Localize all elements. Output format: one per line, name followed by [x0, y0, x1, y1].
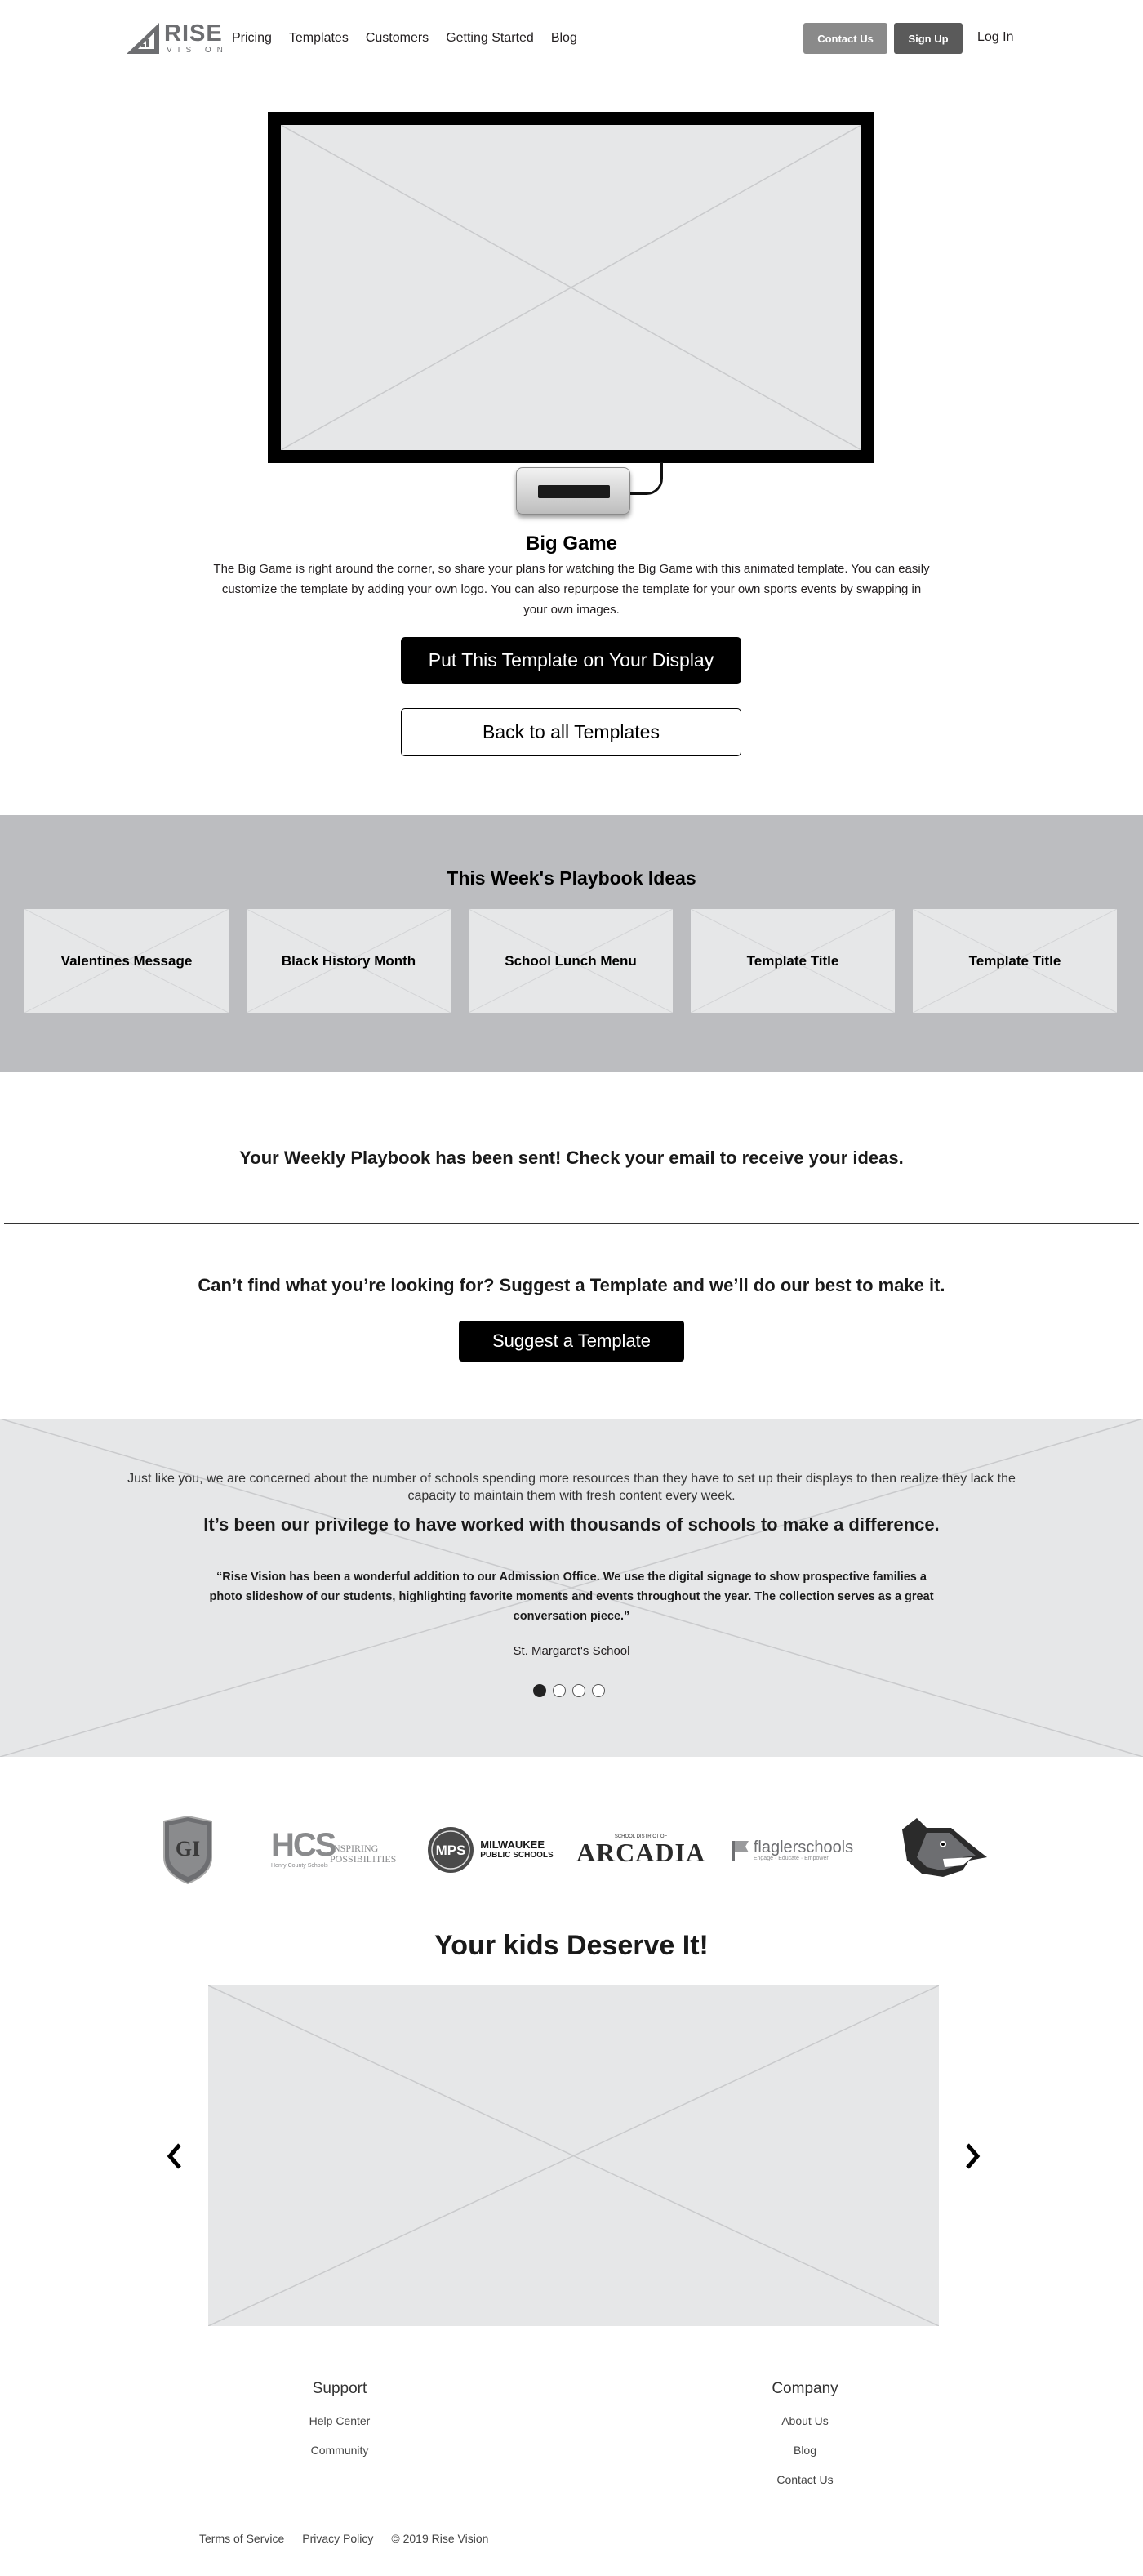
testimonial-intro: Just like you, we are concerned about th… [127, 1472, 1016, 1503]
nav-templates[interactable]: Templates [289, 31, 349, 46]
footer-support-heading: Support [312, 2380, 367, 2397]
playbook-title: This Week's Playbook Ideas [447, 867, 696, 889]
placeholder-cross-icon [207, 1985, 940, 2327]
carousel-dot[interactable] [572, 1684, 585, 1697]
flagler-logo: flaglerschools Engage · Educate · Empowe… [727, 1809, 857, 1891]
template-description: The Big Game is right around the corner,… [213, 562, 930, 617]
display-preview [268, 112, 874, 463]
site-header: RISE VISION Pricing Templates Customers … [0, 0, 1143, 78]
mps-name-line-1: MILWAUKEE [480, 1838, 545, 1851]
coyote-mascot-logo [890, 1809, 996, 1891]
flagler-logo-text: flaglerschools [753, 1838, 854, 1856]
logo-mark-icon [127, 23, 159, 54]
playbook-card[interactable]: Valentines Message [24, 909, 229, 1013]
gi-logo-text: GI [176, 1837, 200, 1861]
flagler-tagline: Engage · Educate · Empower [753, 1855, 829, 1861]
kids-section-title: Your kids Deserve It! [434, 1930, 709, 1961]
playbook-card-label: Black History Month [281, 952, 416, 969]
playbook-card-label: School Lunch Menu [505, 952, 637, 969]
suggest-heading: Can’t find what you’re looking for? Sugg… [198, 1275, 945, 1295]
copyright-text: © 2019 Rise Vision [391, 2532, 489, 2545]
mps-name-line-2: PUBLIC SCHOOLS [480, 1851, 554, 1860]
cable-icon [630, 462, 663, 495]
nav-pricing[interactable]: Pricing [232, 31, 272, 46]
footer-link-help-center[interactable]: Help Center [242, 2406, 438, 2436]
suggest-template-button[interactable]: Suggest a Template [459, 1321, 684, 1362]
footer-link-about-us[interactable]: About Us [707, 2406, 903, 2436]
terms-of-service-link[interactable]: Terms of Service [199, 2532, 284, 2545]
logo-word: RISE [164, 20, 223, 47]
mps-logo: MPS MILWAUKEE PUBLIC SCHOOLS [425, 1809, 555, 1891]
carousel-dots [533, 1684, 605, 1697]
sign-up-button[interactable]: Sign Up [894, 23, 963, 54]
arcadia-logo-text: ARCADIA [576, 1838, 706, 1867]
chevron-left-icon [167, 2143, 181, 2169]
carousel-next-button[interactable] [959, 2140, 984, 2173]
footer-support-column: Support Help Center Community [242, 2380, 438, 2465]
playbook-card[interactable]: Template Title [913, 909, 1117, 1013]
footer-link-community[interactable]: Community [242, 2436, 438, 2465]
playbook-card-label: Valentines Message [60, 952, 193, 969]
carousel-dot[interactable] [533, 1684, 546, 1697]
carousel-prev-button[interactable] [163, 2140, 188, 2173]
hcs-logo-text: HCS [271, 1827, 336, 1863]
main-nav: Pricing Templates Customers Getting Star… [232, 31, 594, 46]
footer-link-blog[interactable]: Blog [707, 2436, 903, 2465]
hcs-tagline: INSPIRING POSSIBILITIES [330, 1843, 397, 1865]
gi-school-logo: GI [155, 1809, 220, 1891]
back-to-templates-button[interactable]: Back to all Templates [401, 708, 741, 756]
customer-logos: GI HCS Henry County Schools INSPIRING PO… [0, 1809, 1143, 1891]
mps-badge-text: MPS [436, 1843, 466, 1858]
log-in-link[interactable]: Log In [977, 30, 1013, 45]
playbook-card-label: Template Title [968, 952, 1061, 969]
media-player-device [514, 464, 634, 521]
chevron-right-icon [966, 2143, 981, 2169]
footer-link-contact-us[interactable]: Contact Us [707, 2465, 903, 2494]
playbook-card[interactable]: Black History Month [247, 909, 451, 1013]
hcs-logo-subtext: Henry County Schools [271, 1863, 328, 1869]
coyote-mascot-icon [902, 1818, 987, 1877]
section-divider [4, 1223, 1139, 1224]
placeholder-cross-icon [280, 124, 862, 451]
playbook-sent-message: Your Weekly Playbook has been sent! Chec… [239, 1148, 904, 1168]
footer-company-column: Company About Us Blog Contact Us [707, 2380, 903, 2494]
testimonial-heading: It’s been our privilege to have worked w… [203, 1514, 940, 1535]
playbook-card[interactable]: Template Title [691, 909, 895, 1013]
logo-subtext: VISION [167, 46, 229, 55]
nav-getting-started[interactable]: Getting Started [446, 31, 534, 46]
template-preview-image [280, 124, 862, 451]
carousel-dot[interactable] [553, 1684, 566, 1697]
playbook-card[interactable]: School Lunch Menu [469, 909, 673, 1013]
privacy-policy-link[interactable]: Privacy Policy [302, 2532, 373, 2545]
template-title: Big Game [525, 533, 618, 555]
footer-company-heading: Company [772, 2380, 838, 2397]
playbook-card-label: Template Title [746, 952, 839, 969]
arcadia-logo: SCHOOL DISTRICT OF ARCADIA [576, 1809, 706, 1891]
contact-us-button[interactable]: Contact Us [803, 23, 887, 54]
nav-customers[interactable]: Customers [366, 31, 429, 46]
rise-vision-logo[interactable]: RISE VISION [127, 21, 223, 56]
footer-legal: Terms of Service Privacy Policy © 2019 R… [199, 2532, 506, 2545]
testimonial-author: St. Margaret's School [513, 1644, 630, 1658]
flag-icon [732, 1841, 749, 1861]
mps-badge-icon: MPS [428, 1827, 474, 1873]
kids-carousel-image [207, 1985, 940, 2327]
testimonial-section: Just like you, we are concerned about th… [0, 1419, 1143, 1757]
testimonial-quote: “Rise Vision has been a wonderful additi… [209, 1571, 934, 1623]
nav-blog[interactable]: Blog [551, 31, 577, 46]
hcs-logo: HCS Henry County Schools INSPIRING POSSI… [269, 1809, 404, 1891]
carousel-dot[interactable] [592, 1684, 605, 1697]
playbook-section: This Week's Playbook Ideas Valentines Me… [0, 815, 1143, 1072]
shield-icon: GI [163, 1815, 212, 1885]
put-template-on-display-button[interactable]: Put This Template on Your Display [401, 637, 741, 684]
